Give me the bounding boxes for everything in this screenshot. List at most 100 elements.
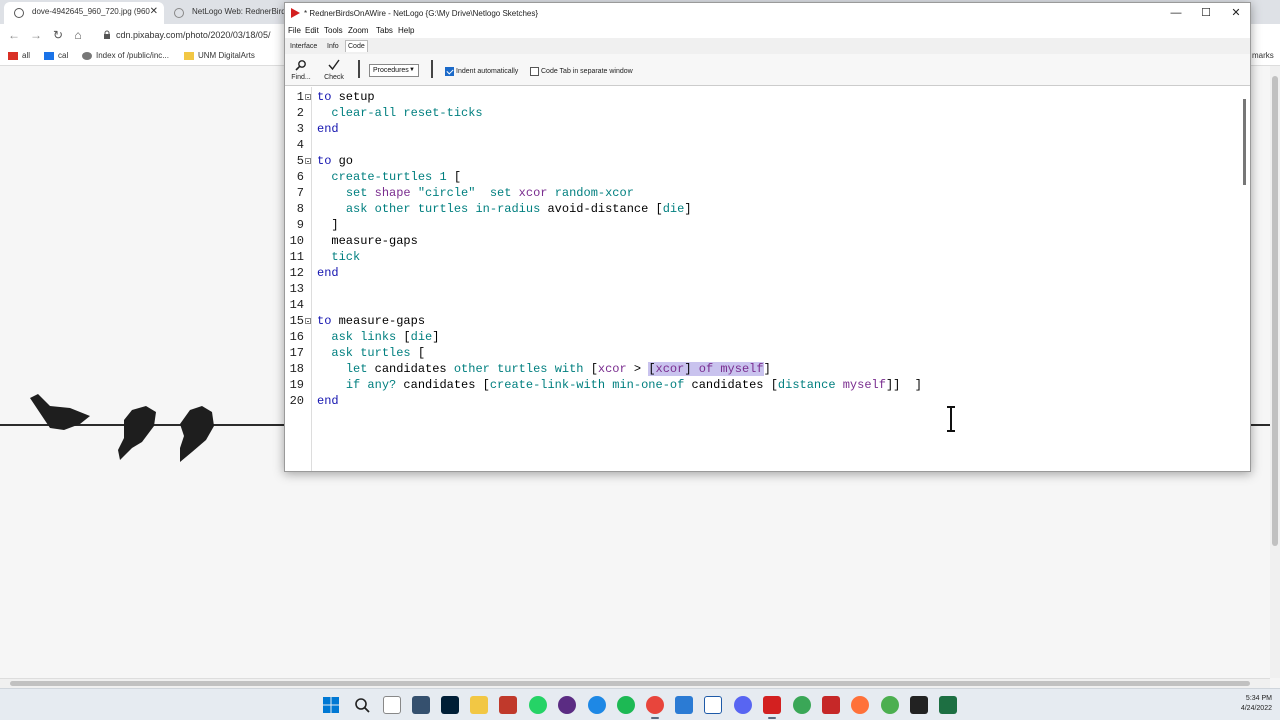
- maximize-button[interactable]: ☐: [1191, 3, 1221, 24]
- code-line[interactable]: 18 let candidates other turtles with [xc…: [285, 361, 1235, 377]
- fold-toggle-icon[interactable]: [305, 318, 311, 324]
- fold-toggle-icon[interactable]: [305, 94, 311, 100]
- code-editor[interactable]: 1 to setup 2 clear-all reset-ticks 3 end 4 5 to…: [285, 87, 1250, 471]
- filezilla-icon[interactable]: [499, 696, 517, 714]
- app-window-icon[interactable]: [704, 696, 722, 714]
- reload-icon[interactable]: ↻: [50, 27, 66, 43]
- code-line[interactable]: 16 ask links [die]: [285, 329, 1235, 345]
- code-line[interactable]: 9 ]: [285, 217, 1235, 233]
- excel-icon[interactable]: [939, 696, 957, 714]
- netlogo-title-bar[interactable]: * RednerBirdsOnAWire - NetLogo {G:\My Dr…: [285, 3, 1250, 24]
- code-area[interactable]: 1 to setup 2 clear-all reset-ticks 3 end 4 5 to…: [285, 89, 1235, 409]
- photoshop-icon[interactable]: [441, 696, 459, 714]
- app-q-icon[interactable]: [881, 696, 899, 714]
- code-line[interactable]: 12 end: [285, 265, 1235, 281]
- code-line[interactable]: 5 to go: [285, 153, 1235, 169]
- bookmarks-overflow[interactable]: marks: [1252, 49, 1274, 63]
- code-line-text: tick: [331, 250, 361, 264]
- app-green-icon[interactable]: [793, 696, 811, 714]
- code-line[interactable]: 10 measure-gaps: [285, 233, 1235, 249]
- code-line-text: ]: [317, 218, 339, 232]
- terminal-icon[interactable]: [910, 696, 928, 714]
- code-line-text: to setup: [317, 90, 375, 104]
- code-line[interactable]: 2 clear-all reset-ticks: [285, 105, 1235, 121]
- tab-info[interactable]: Info: [325, 41, 341, 52]
- bookmark-unm[interactable]: UNM DigitalArts: [184, 49, 255, 63]
- system-clock[interactable]: 5:34 PM 4/24/2022: [1241, 694, 1272, 714]
- menu-help[interactable]: Help: [398, 24, 414, 38]
- code-line[interactable]: 8 ask other turtles in-radius avoid-dist…: [285, 201, 1235, 217]
- bookmark-cal[interactable]: cal: [44, 49, 68, 63]
- code-line[interactable]: 13: [285, 281, 1235, 297]
- browser-horizontal-scrollbar[interactable]: [0, 678, 1270, 688]
- menu-tools[interactable]: Tools: [324, 24, 343, 38]
- code-line[interactable]: 20 end: [285, 393, 1235, 409]
- edge-icon[interactable]: [588, 696, 606, 714]
- firefox-icon[interactable]: [851, 696, 869, 714]
- code-line[interactable]: 3 end: [285, 121, 1235, 137]
- line-number: 6: [296, 170, 304, 184]
- home-icon[interactable]: ⌂: [70, 27, 86, 43]
- code-line[interactable]: 1 to setup: [285, 89, 1235, 105]
- menu-zoom[interactable]: Zoom: [348, 24, 368, 38]
- netlogo-taskbar-icon[interactable]: [763, 696, 781, 714]
- browser-tab-image[interactable]: dove-4942645_960_720.jpg (960 ✕: [4, 2, 164, 24]
- code-line[interactable]: 17 ask turtles [: [285, 345, 1235, 361]
- close-button[interactable]: ✕: [1221, 3, 1251, 24]
- menu-file[interactable]: File: [288, 24, 301, 38]
- chrome-icon[interactable]: [646, 696, 664, 714]
- calendar-icon: [44, 52, 54, 60]
- browser-vertical-scrollbar[interactable]: [1270, 66, 1280, 678]
- code-line[interactable]: 14: [285, 297, 1235, 313]
- app-purple-icon[interactable]: [558, 696, 576, 714]
- bookmark-index[interactable]: Index of /public/inc...: [82, 49, 169, 63]
- file-explorer-icon[interactable]: [470, 696, 488, 714]
- windows-start-icon[interactable]: [323, 697, 339, 713]
- separate-window-checkbox[interactable]: [530, 67, 539, 76]
- toolbar-separator: [431, 60, 433, 78]
- running-indicator: [768, 717, 776, 719]
- menu-edit[interactable]: Edit: [305, 24, 319, 38]
- code-line[interactable]: 15 to measure-gaps: [285, 313, 1235, 329]
- fold-toggle-icon[interactable]: [305, 158, 311, 164]
- scrollbar-thumb[interactable]: [1272, 76, 1278, 546]
- code-line[interactable]: 6 create-turtles 1 [: [285, 169, 1235, 185]
- indent-checkbox[interactable]: [445, 67, 454, 76]
- line-number: 3: [296, 122, 304, 136]
- bookmark-all[interactable]: all: [8, 49, 30, 63]
- close-tab-icon[interactable]: ✕: [150, 2, 158, 22]
- line-number: 9: [296, 218, 304, 232]
- app-red-icon[interactable]: [822, 696, 840, 714]
- back-icon[interactable]: ←: [6, 27, 22, 43]
- code-line-text: clear-all reset-ticks: [331, 106, 483, 120]
- browser-tab-netlogo[interactable]: NetLogo Web: RednerBirds: [164, 2, 284, 24]
- forward-icon[interactable]: →: [28, 27, 44, 43]
- netlogo-tab-row: Interface Info Code: [285, 38, 1250, 54]
- check-button[interactable]: Check: [321, 57, 347, 84]
- scrollbar-thumb[interactable]: [1243, 99, 1246, 185]
- code-line[interactable]: 19 if any? candidates [create-link-with …: [285, 377, 1235, 393]
- line-number: 18: [289, 362, 304, 376]
- vscode-icon[interactable]: [675, 696, 693, 714]
- editor-vertical-scrollbar[interactable]: [1240, 87, 1250, 471]
- clock-time: 5:34 PM: [1245, 695, 1272, 702]
- menu-tabs[interactable]: Tabs: [376, 24, 393, 38]
- scrollbar-thumb[interactable]: [10, 681, 1250, 686]
- notepad-icon[interactable]: [383, 696, 401, 714]
- code-line[interactable]: 7 set shape "circle" set xcor random-xco…: [285, 185, 1235, 201]
- code-line[interactable]: 11 tick: [285, 249, 1235, 265]
- code-line-text: ask other turtles in-radius avoid-distan…: [345, 202, 692, 216]
- minimize-button[interactable]: —: [1161, 3, 1191, 24]
- search-icon[interactable]: [354, 697, 370, 713]
- whatsapp-icon[interactable]: [529, 696, 547, 714]
- app-k-icon[interactable]: [412, 696, 430, 714]
- find-label: Find...: [291, 74, 311, 81]
- discord-icon[interactable]: [734, 696, 752, 714]
- procedures-dropdown[interactable]: Procedures ▼: [369, 64, 419, 77]
- code-line[interactable]: 4: [285, 137, 1235, 153]
- tab-interface[interactable]: Interface: [288, 41, 319, 52]
- url-field[interactable]: cdn.pixabay.com/photo/2020/03/18/05/: [116, 27, 270, 43]
- spotify-icon[interactable]: [617, 696, 635, 714]
- tab-code[interactable]: Code: [345, 40, 368, 52]
- find-button[interactable]: Find...: [288, 57, 314, 84]
